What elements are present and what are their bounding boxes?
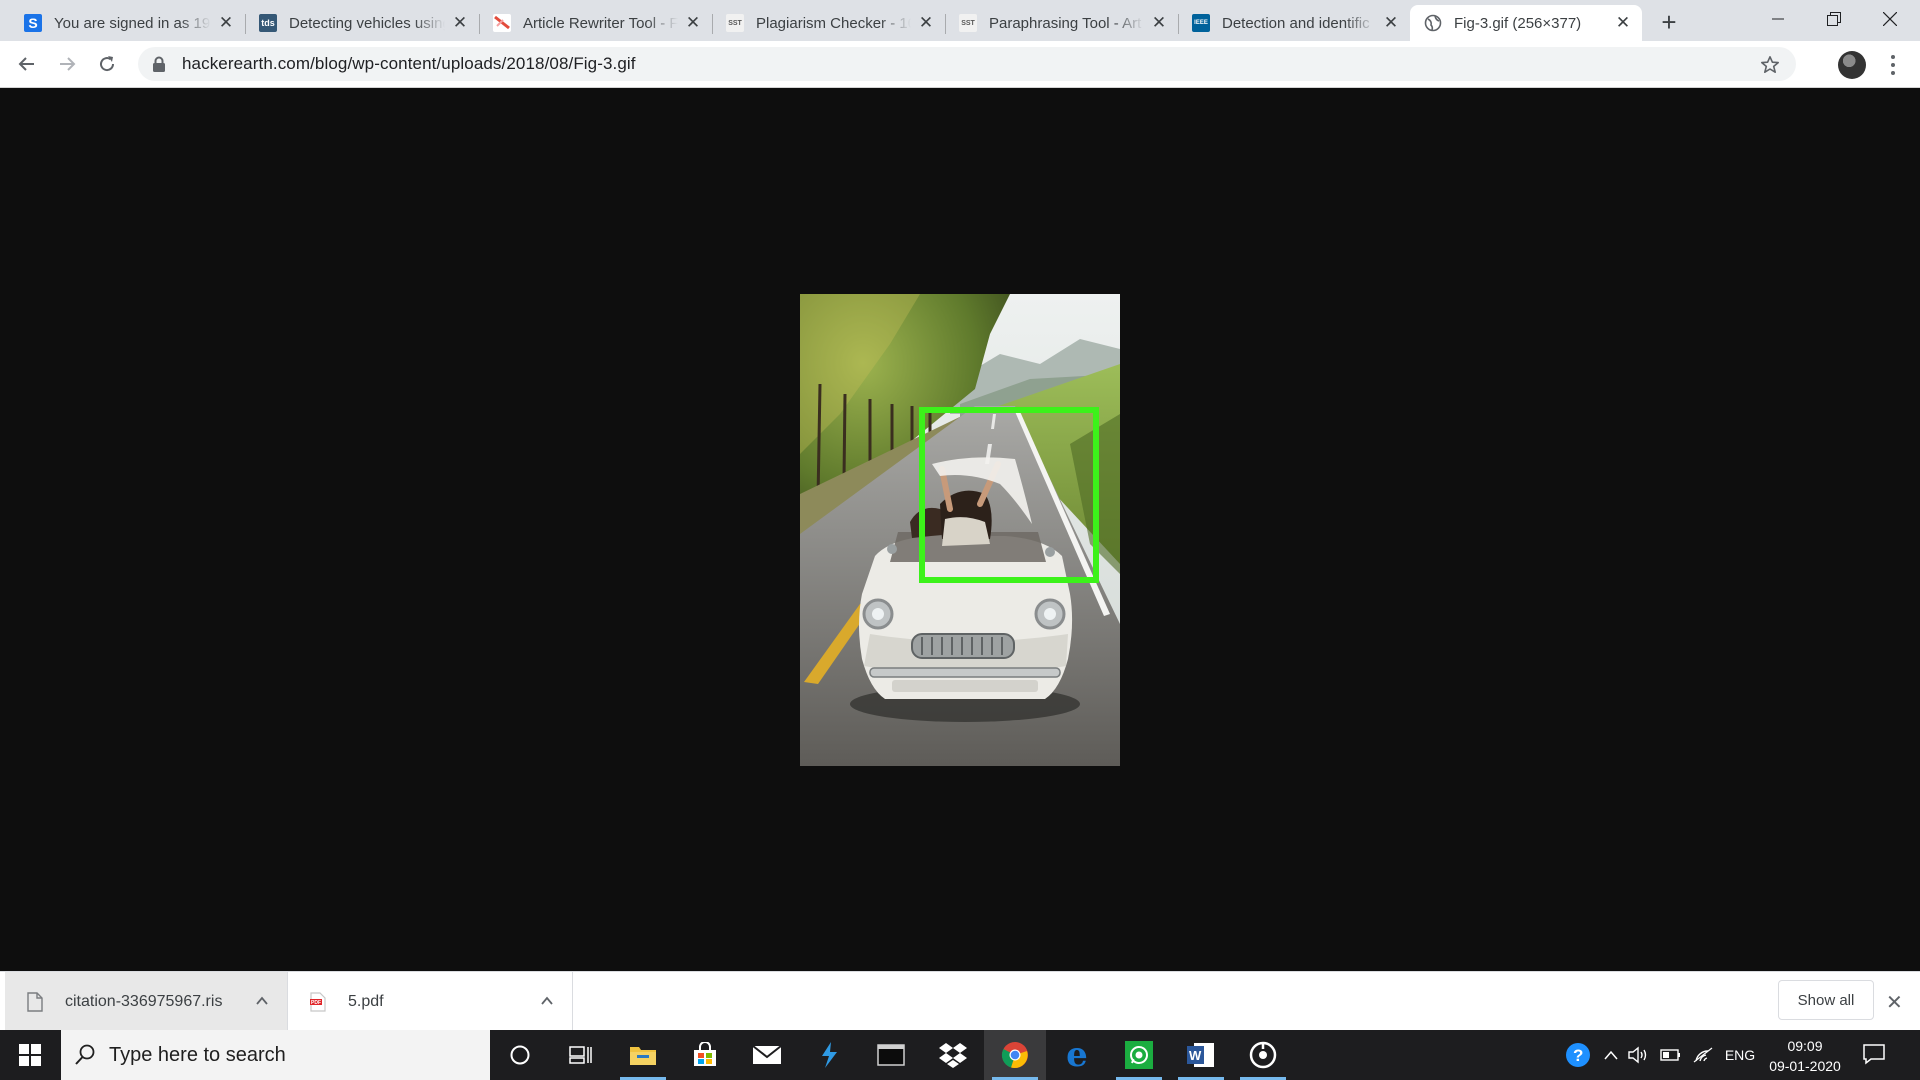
search-placeholder: Type here to search <box>109 1043 286 1066</box>
tab-favicon: S <box>24 14 42 32</box>
download-item-pdf[interactable]: PDF 5.pdf <box>288 972 572 1031</box>
tab-title: Detection and identific <box>1222 14 1370 32</box>
tab-favicon: IEEE <box>1192 14 1210 32</box>
chevron-up-icon[interactable] <box>540 994 554 1008</box>
close-window-button[interactable] <box>1862 0 1918 38</box>
tab-detection-identification[interactable]: IEEE Detection and identific ✕ <box>1178 5 1410 41</box>
clock-date: 09-01-2020 <box>1769 1058 1841 1074</box>
system-clock[interactable]: 09:09 09-01-2020 <box>1762 1036 1848 1076</box>
store-icon[interactable] <box>674 1030 736 1080</box>
tab-title: Fig-3.gif (256×377) <box>1454 14 1582 32</box>
pdf-icon: PDF <box>310 991 326 1012</box>
download-filename: 5.pdf <box>348 992 384 1010</box>
terminal-icon[interactable] <box>860 1030 922 1080</box>
chevron-up-icon[interactable] <box>255 994 269 1008</box>
start-button[interactable] <box>0 1030 60 1080</box>
visual-studio-icon[interactable] <box>798 1030 860 1080</box>
file-explorer-icon[interactable] <box>612 1030 674 1080</box>
arrow-right-icon <box>60 57 76 71</box>
file-icon <box>27 991 43 1012</box>
browser-menu-button[interactable] <box>1886 53 1900 77</box>
tab-close-icon[interactable]: ✕ <box>1382 14 1400 32</box>
tab-close-icon[interactable]: ✕ <box>217 14 235 32</box>
whatsapp-icon[interactable] <box>1108 1030 1170 1080</box>
word-icon[interactable]: W <box>1170 1030 1232 1080</box>
restore-button[interactable] <box>1806 0 1862 38</box>
tab-title: Detecting vehicles using <box>289 14 445 32</box>
tab-favicon: SST <box>726 14 744 32</box>
taskbar-search-box[interactable]: Type here to search <box>61 1030 490 1080</box>
svg-text:?: ? <box>1573 1046 1583 1065</box>
tab-signed-in[interactable]: S You are signed in as 19 ✕ <box>10 5 246 41</box>
tab-close-icon[interactable]: ✕ <box>917 14 935 32</box>
action-center-icon[interactable] <box>1862 1042 1886 1071</box>
help-icon[interactable]: ? <box>1561 1030 1595 1080</box>
chevron-up-icon[interactable] <box>1600 1030 1622 1080</box>
tab-title: Plagiarism Checker - 10 <box>756 14 911 32</box>
clock-time: 09:09 <box>1787 1038 1823 1054</box>
show-all-downloads-button[interactable]: Show all <box>1778 980 1874 1020</box>
minimize-button[interactable] <box>1750 0 1806 38</box>
download-item-ris[interactable]: citation-336975967.ris <box>5 972 287 1031</box>
back-button[interactable] <box>13 50 41 78</box>
search-icon <box>75 1044 95 1065</box>
bookmark-star-icon[interactable] <box>1760 55 1780 75</box>
dropbox-icon[interactable] <box>922 1030 984 1080</box>
tab-paraphrasing-tool[interactable]: SST Paraphrasing Tool - Art ✕ <box>945 5 1179 41</box>
globe-icon <box>1424 14 1442 32</box>
tab-title: Paraphrasing Tool - Art <box>989 14 1142 32</box>
task-view-icon[interactable] <box>550 1030 612 1080</box>
image-viewer <box>0 89 1920 971</box>
battery-icon[interactable] <box>1656 1030 1686 1080</box>
tab-title: You are signed in as 19 <box>54 14 211 32</box>
new-tab-button[interactable]: + <box>1655 9 1683 37</box>
tab-article-rewriter[interactable]: Article Rewriter Tool - F ✕ <box>479 5 713 41</box>
tab-strip: S You are signed in as 19 ✕ tds Detectin… <box>0 0 1920 41</box>
tab-close-icon[interactable]: ✕ <box>684 14 702 32</box>
tab-favicon: SST <box>959 14 977 32</box>
tab-plagiarism-checker[interactable]: SST Plagiarism Checker - 10 ✕ <box>712 5 946 41</box>
url-text[interactable]: hackerearth.com/blog/wp-content/uploads/… <box>182 54 636 74</box>
cortana-icon[interactable] <box>489 1030 551 1080</box>
mail-icon[interactable] <box>736 1030 798 1080</box>
svg-text:W: W <box>1189 1048 1202 1063</box>
lock-icon <box>153 56 165 72</box>
tab-close-icon[interactable]: ✕ <box>1150 14 1168 32</box>
address-bar[interactable]: hackerearth.com/blog/wp-content/uploads/… <box>138 47 1796 81</box>
download-filename: citation-336975967.ris <box>65 992 223 1010</box>
arrow-left-icon <box>18 57 34 71</box>
chrome-icon[interactable] <box>984 1030 1046 1080</box>
tab-close-icon[interactable]: ✕ <box>451 14 469 32</box>
edge-icon[interactable]: e <box>1046 1030 1108 1080</box>
volume-icon[interactable] <box>1624 1030 1654 1080</box>
wifi-icon[interactable] <box>1688 1030 1718 1080</box>
windows-logo-icon <box>19 1044 41 1066</box>
reload-icon <box>100 56 115 72</box>
profile-avatar[interactable] <box>1838 51 1866 79</box>
tab-favicon: tds <box>259 14 277 32</box>
forward-button[interactable] <box>53 50 81 78</box>
tab-fig3-gif[interactable]: Fig-3.gif (256×377) ✕ <box>1410 5 1642 41</box>
groove-music-icon[interactable] <box>1232 1030 1294 1080</box>
tab-detecting-vehicles[interactable]: tds Detecting vehicles using ✕ <box>245 5 480 41</box>
download-shelf: citation-336975967.ris PDF 5.pdf Show al… <box>0 971 1920 1031</box>
svg-text:PDF: PDF <box>311 1000 321 1006</box>
windows-taskbar: Type here to search e W ? ENG 09:09 09-0… <box>0 1030 1920 1080</box>
tab-title: Article Rewriter Tool - F <box>523 14 678 32</box>
displayed-image[interactable] <box>800 294 1120 766</box>
close-download-bar-icon[interactable]: ✕ <box>1886 990 1903 1015</box>
reload-button[interactable] <box>93 50 121 78</box>
browser-toolbar: hackerearth.com/blog/wp-content/uploads/… <box>0 41 1920 88</box>
tab-close-icon[interactable]: ✕ <box>1614 14 1632 32</box>
tab-favicon <box>493 14 511 32</box>
language-indicator[interactable]: ENG <box>1720 1030 1760 1080</box>
